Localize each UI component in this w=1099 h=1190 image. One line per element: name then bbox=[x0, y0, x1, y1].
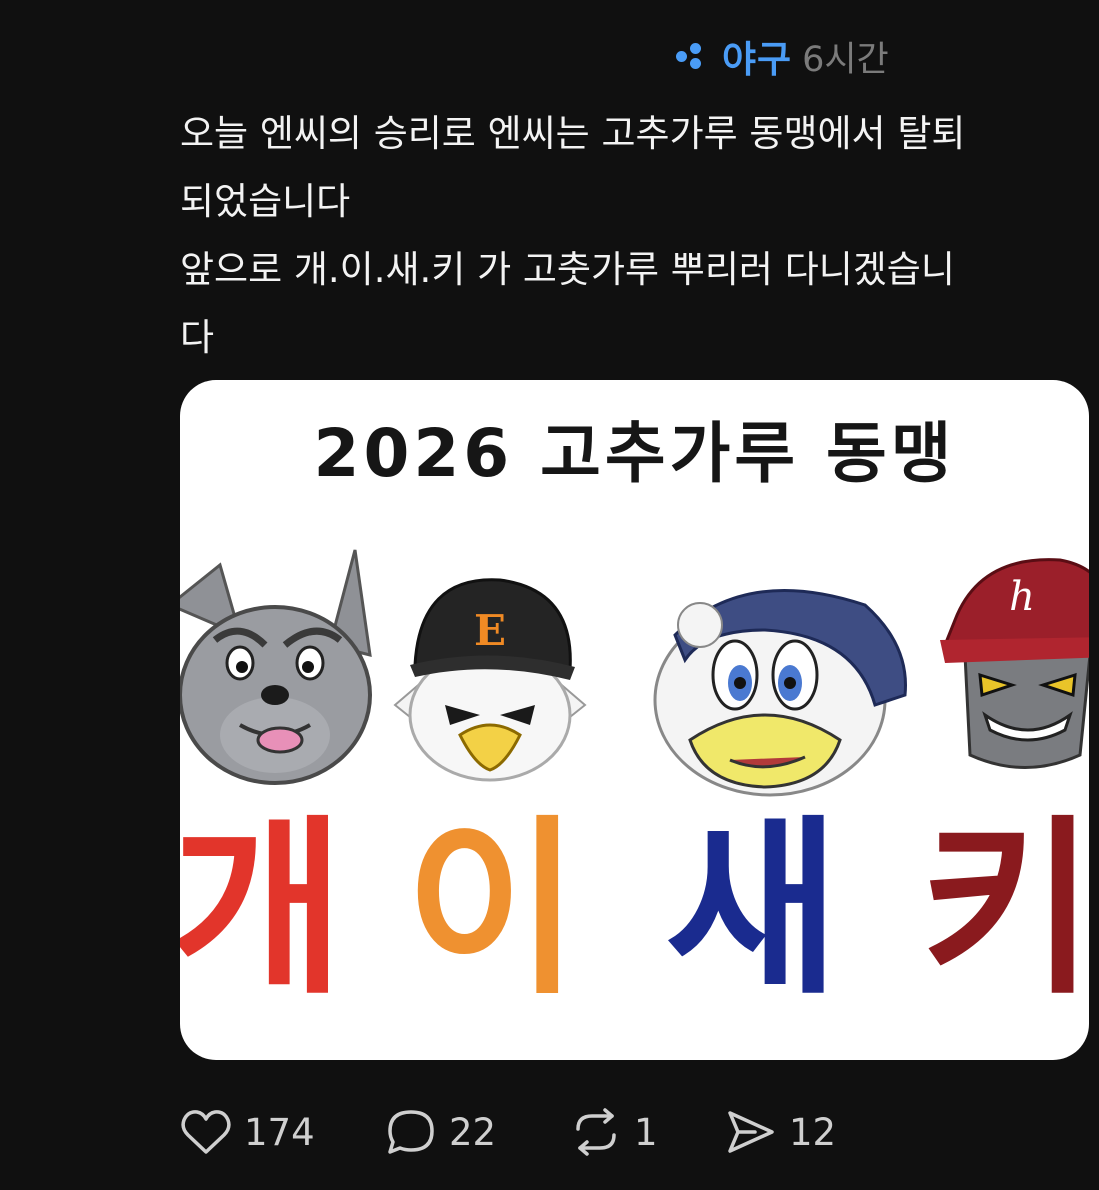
thread-post: 야구 6시간 오늘 엔씨의 승리로 엔씨는 고추가루 동맹에서 탈퇴 되었습니다… bbox=[0, 0, 1099, 1190]
svg-text:h: h bbox=[1009, 574, 1035, 620]
letter-row: 개 이 새 키 bbox=[180, 810, 1089, 1010]
post-line: 되었습니다 bbox=[180, 180, 351, 223]
send-icon bbox=[728, 1111, 774, 1153]
mascot-row: E h bbox=[180, 545, 1089, 805]
share-count: 12 bbox=[789, 1110, 837, 1154]
post-meta: 야구 6시간 bbox=[676, 30, 889, 82]
topic-tag[interactable]: 야구 bbox=[722, 29, 792, 83]
letter-sae: 새 bbox=[665, 799, 840, 1020]
post-actions: 174 22 1 12 bbox=[180, 1100, 865, 1164]
reply-count: 22 bbox=[449, 1110, 497, 1154]
reply-button[interactable]: 22 bbox=[385, 1107, 570, 1157]
share-button[interactable]: 12 bbox=[725, 1108, 865, 1156]
heart-icon bbox=[181, 1110, 231, 1154]
topic-icon bbox=[676, 41, 712, 71]
repost-count: 1 bbox=[634, 1110, 658, 1154]
dinosaur-mascot-icon bbox=[653, 589, 907, 797]
hero-mascot-icon: h bbox=[940, 558, 1089, 769]
image-title: 2026 고추가루 동맹 bbox=[313, 415, 956, 492]
post-image[interactable]: 2026 고추가루 동맹 E h 개 이 새 키 bbox=[180, 380, 1089, 1060]
comment-icon bbox=[388, 1110, 434, 1154]
letter-i: 이 bbox=[405, 799, 580, 1020]
letter-ki: 키 bbox=[920, 799, 1089, 1020]
post-line: 다 bbox=[180, 316, 215, 359]
dog-mascot-icon bbox=[180, 549, 372, 785]
eagle-mascot-icon: E bbox=[393, 578, 587, 782]
post-body: 오늘 엔씨의 승리로 엔씨는 고추가루 동맹에서 탈퇴 되었습니다 앞으로 개.… bbox=[180, 100, 1080, 372]
letter-gae: 개 bbox=[180, 799, 345, 1020]
like-count: 174 bbox=[244, 1110, 315, 1154]
svg-text:E: E bbox=[474, 606, 506, 655]
post-line: 앞으로 개.이.새.키 가 고춧가루 뿌리러 다니겠습니 bbox=[180, 248, 955, 291]
post-line: 오늘 엔씨의 승리로 엔씨는 고추가루 동맹에서 탈퇴 bbox=[180, 112, 966, 155]
like-button[interactable]: 174 bbox=[180, 1108, 385, 1156]
repost-icon bbox=[576, 1108, 616, 1156]
post-timestamp: 6시간 bbox=[802, 39, 889, 80]
repost-button[interactable]: 1 bbox=[570, 1107, 725, 1157]
